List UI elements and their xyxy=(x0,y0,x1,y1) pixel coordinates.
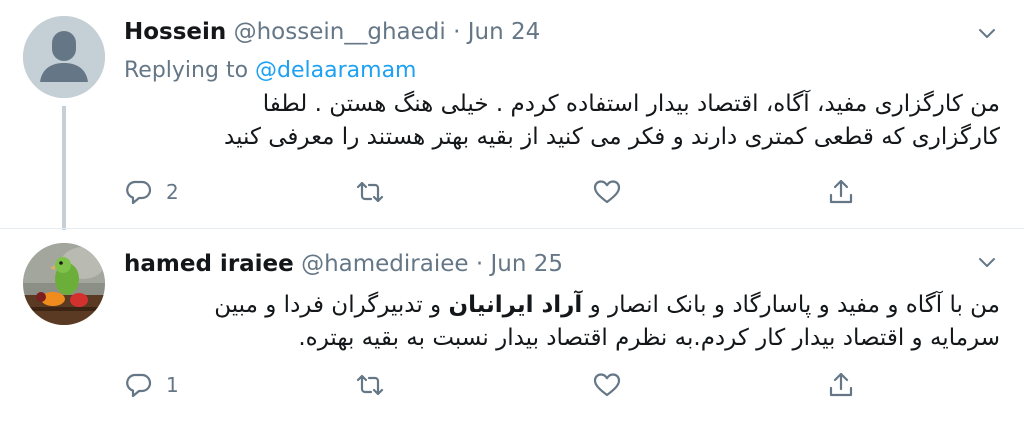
tweet[interactable]: Hossein @hossein__ghaedi · Jun 24 Replyi… xyxy=(0,0,1024,230)
tweet-text: من کارگزاری مفید، آگاه، اقتصاد بیدار است… xyxy=(124,88,1000,154)
user-handle[interactable]: @hamediraiee xyxy=(301,251,468,277)
retweet-button[interactable] xyxy=(356,176,384,208)
like-icon xyxy=(593,373,621,397)
tweet-text-bold: آراد ایرانیان xyxy=(448,292,583,318)
retweet-icon xyxy=(356,374,384,396)
parrot-photo-icon xyxy=(23,243,105,325)
tweet-text-line: کارگزاری که قطعی کمتری دارند و فکر می کن… xyxy=(224,124,1000,150)
tweet-text-line: من کارگزاری مفید، آگاه، اقتصاد بیدار است… xyxy=(262,91,1000,117)
tweet-actions: 2 xyxy=(124,176,884,208)
replying-to: Replying to @delaaramam xyxy=(124,58,416,83)
share-button[interactable] xyxy=(827,369,855,401)
display-name[interactable]: hamed iraiee xyxy=(124,251,294,277)
separator-dot: · xyxy=(453,19,461,45)
reply-icon xyxy=(126,373,152,398)
display-name[interactable]: Hossein xyxy=(124,19,226,45)
retweet-button[interactable] xyxy=(356,369,384,401)
reply-button[interactable]: 2 xyxy=(124,176,179,208)
chevron-down-icon xyxy=(979,258,995,267)
tweet[interactable]: hamed iraiee @hamediraiee · Jun 25 من با… xyxy=(0,228,1024,427)
more-options-button[interactable] xyxy=(976,251,998,273)
thread-line xyxy=(62,106,66,230)
user-handle[interactable]: @hossein__ghaedi xyxy=(234,19,446,45)
retweet-icon xyxy=(356,181,384,203)
tweet-text-line: سرمایه و اقتصاد بیدار کار کردم.به نظرم ا… xyxy=(298,325,1000,351)
replying-to-label: Replying to xyxy=(124,58,249,83)
tweet-header: hamed iraiee @hamediraiee · Jun 25 xyxy=(124,251,563,277)
tweet-text-line: من با آگاه و مفید و پاسارگاد و بانک انصا… xyxy=(124,289,1000,322)
share-icon xyxy=(829,179,853,204)
more-options-button[interactable] xyxy=(976,22,998,44)
avatar[interactable] xyxy=(23,243,105,325)
tweet-text: من با آگاه و مفید و پاسارگاد و بانک انصا… xyxy=(124,289,1000,355)
tweet-date[interactable]: Jun 25 xyxy=(490,251,563,277)
default-avatar-icon xyxy=(23,16,105,98)
reply-icon xyxy=(126,180,152,205)
tweet-actions: 1 xyxy=(124,369,884,401)
separator-dot: · xyxy=(475,251,484,277)
like-button[interactable] xyxy=(593,176,621,208)
like-button[interactable] xyxy=(593,369,621,401)
share-button[interactable] xyxy=(827,176,855,208)
reply-button[interactable]: 1 xyxy=(124,369,179,401)
tweet-header: Hossein @hossein__ghaedi · Jun 24 xyxy=(124,19,540,45)
chevron-down-icon xyxy=(979,29,995,38)
mention-link[interactable]: @delaaramam xyxy=(255,58,416,83)
reply-count: 2 xyxy=(166,180,179,204)
tweet-date[interactable]: Jun 24 xyxy=(468,19,541,45)
tweet-text-segment: و تدبیرگران فردا و مبین xyxy=(214,292,449,318)
reply-count: 1 xyxy=(166,373,179,397)
share-icon xyxy=(829,372,853,397)
tweet-text-segment: من با آگاه و مفید و پاسارگاد و بانک انصا… xyxy=(582,292,1000,318)
avatar[interactable] xyxy=(23,16,105,98)
like-icon xyxy=(593,180,621,204)
